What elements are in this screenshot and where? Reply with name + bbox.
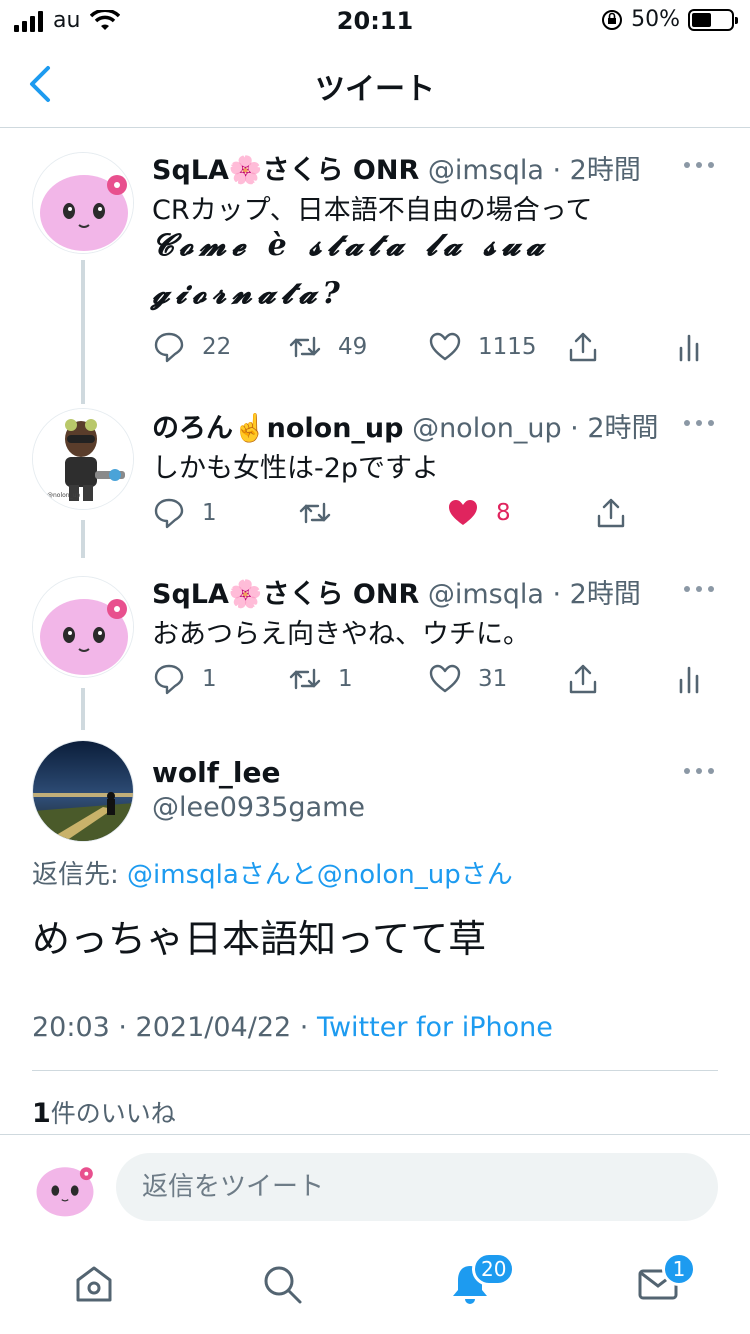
search-icon — [264, 1266, 302, 1304]
reply-button[interactable]: 1 — [152, 662, 217, 696]
tweet-time: · 2時間 — [552, 155, 641, 186]
retweet-icon — [289, 336, 321, 358]
likes-count: 1 — [32, 1098, 51, 1129]
like-count: 31 — [478, 666, 508, 692]
more-icon[interactable] — [684, 420, 714, 430]
reply-button[interactable]: 1 — [152, 496, 217, 530]
likes-label: 件のいいね — [50, 1099, 176, 1128]
reply-to-mentions[interactable]: @imsqlaさんと@nolon_upさん — [127, 860, 513, 890]
avatar[interactable] — [32, 152, 134, 254]
more-icon[interactable] — [684, 768, 714, 778]
page-title: ツイート — [315, 72, 435, 107]
tweet-text: 𝓒𝓸𝓶𝓮 è 𝓼𝓽𝓪𝓽𝓪 𝓵𝓪 𝓼𝓾𝓪 — [152, 228, 550, 263]
tweet-timestamp: 20:03 · 2021/04/22 · — [32, 1012, 317, 1043]
tweet-meta: 20:03 · 2021/04/22 · Twitter for iPhone — [32, 1012, 553, 1043]
nav-bar: ツイート — [0, 42, 750, 128]
more-icon[interactable] — [684, 586, 714, 596]
reply-icon — [154, 498, 184, 529]
reply-icon — [154, 332, 184, 363]
home-icon — [76, 1266, 112, 1302]
tweet-time: · 2時間 — [570, 413, 659, 444]
retweet-icon — [299, 502, 331, 524]
retweet-count: 49 — [338, 334, 368, 360]
share-button[interactable] — [566, 662, 600, 696]
thread-line — [81, 688, 85, 730]
retweet-button[interactable]: 1 — [288, 662, 353, 696]
status-bar: au 20:11 50% — [0, 0, 750, 42]
tweet-text: しかも女性は-2pですよ — [152, 453, 440, 484]
author-name[interactable]: SqLA🌸さくら ONR — [152, 155, 419, 186]
like-button[interactable]: 1115 — [428, 330, 537, 364]
tab-bar: 20 1 — [0, 1238, 750, 1334]
reply-count: 1 — [202, 500, 217, 526]
orientation-lock-icon — [602, 9, 623, 30]
like-count: 1115 — [478, 334, 537, 360]
more-icon[interactable] — [684, 162, 714, 172]
share-icon — [569, 664, 597, 694]
like-button[interactable]: 8 — [446, 496, 511, 530]
heart-icon — [429, 332, 461, 361]
author-name[interactable]: wolf_lee — [152, 756, 280, 789]
retweet-button[interactable] — [298, 496, 332, 530]
messages-badge: 1 — [662, 1252, 696, 1286]
retweet-icon — [289, 668, 321, 690]
tweet-client[interactable]: Twitter for iPhone — [317, 1012, 553, 1043]
share-icon — [569, 332, 597, 362]
reply-to-line: 返信先: @imsqlaさんと@nolon_upさん — [32, 854, 513, 891]
tweet-text: おあつらえ向きやね、ウチに。 — [152, 619, 530, 650]
thread-tweet[interactable]: SqLA🌸さくら ONR @imsqla · 2時間 おあつらえ向きやね、ウチに… — [0, 558, 750, 730]
heart-icon — [449, 500, 477, 525]
divider — [32, 1070, 718, 1071]
like-count: 8 — [496, 500, 511, 526]
thread-line — [81, 390, 85, 404]
thread-line — [81, 520, 85, 558]
analytics-button[interactable] — [672, 330, 706, 364]
share-button[interactable] — [594, 496, 628, 530]
heart-icon — [429, 664, 461, 693]
reply-count: 22 — [202, 334, 232, 360]
reply-button[interactable]: 22 — [152, 330, 231, 364]
thread-tweet[interactable]: @nolon_up のろん☝️nolon_up @nolon_up · 2時間 … — [0, 390, 750, 558]
svg-text:@nolon_up: @nolon_up — [47, 492, 80, 499]
main-tweet-text: めっちゃ日本語知ってて草 — [32, 917, 487, 961]
reply-input[interactable] — [116, 1153, 718, 1221]
analytics-icon — [679, 666, 699, 694]
avatar[interactable]: @nolon_up — [32, 408, 134, 510]
reply-icon — [154, 664, 184, 695]
share-icon — [597, 498, 625, 528]
author-name[interactable]: のろん☝️nolon_up — [152, 413, 403, 444]
retweet-button[interactable]: 49 — [288, 330, 367, 364]
author-handle: @nolon_up — [412, 413, 562, 444]
author-handle: @lee0935game — [152, 792, 366, 823]
thread-line — [81, 260, 85, 390]
battery-icon — [688, 8, 738, 31]
tweet-time: · 2時間 — [552, 579, 641, 610]
analytics-icon — [679, 334, 699, 362]
tab-home[interactable] — [72, 1262, 116, 1306]
avatar[interactable] — [32, 740, 134, 842]
my-avatar — [32, 1153, 98, 1219]
author-name[interactable]: SqLA🌸さくら ONR — [152, 579, 419, 610]
notifications-badge: 20 — [472, 1252, 516, 1286]
reply-bar — [0, 1134, 750, 1238]
like-button[interactable]: 31 — [428, 662, 507, 696]
tweet-text: CRカップ、日本語不自由の場合って — [152, 195, 593, 226]
share-button[interactable] — [566, 330, 600, 364]
author-handle: @imsqla — [427, 579, 544, 610]
retweet-count: 1 — [338, 666, 353, 692]
tweet-text: 𝓰𝓲𝓸𝓻𝓷𝓪𝓽𝓪? — [152, 276, 346, 311]
reply-count: 1 — [202, 666, 217, 692]
battery-percent: 50% — [631, 7, 680, 32]
analytics-button[interactable] — [672, 662, 706, 696]
thread-tweet[interactable]: SqLA🌸さくら ONR @imsqla · 2時間 CRカップ、日本語不自由の… — [0, 130, 750, 390]
tab-search[interactable] — [260, 1262, 304, 1306]
avatar[interactable] — [32, 576, 134, 678]
author-handle: @imsqla — [427, 155, 544, 186]
reply-to-prefix: 返信先: — [32, 860, 128, 890]
likes-summary[interactable]: 1件のいいね — [32, 1094, 176, 1130]
